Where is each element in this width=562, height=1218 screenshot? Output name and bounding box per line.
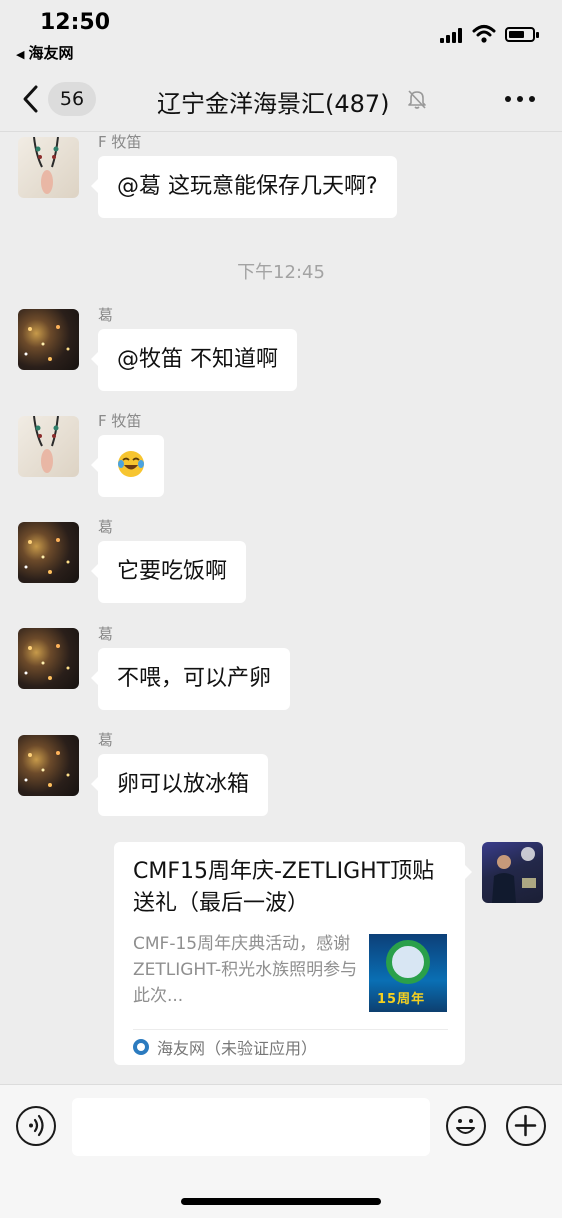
app-source-icon (133, 1039, 149, 1055)
voice-icon (29, 1114, 44, 1137)
emoji-icon (456, 1119, 475, 1134)
back-triangle-icon: ◀ (16, 48, 25, 61)
more-actions-button[interactable] (506, 1106, 546, 1146)
card-source-label: 海友网（未验证应用） (157, 1039, 318, 1058)
city-night-avatar-icon (24, 538, 70, 574)
message-bubble[interactable]: @葛 这玩意能保存几天啊? (91, 156, 397, 218)
more-options-icon[interactable] (505, 96, 535, 104)
person-avatar-icon (492, 847, 536, 903)
status-bar: 12:50 ◀ 海友网 (0, 0, 562, 70)
message-bubble[interactable]: 不喂，可以产卵 (90, 648, 291, 710)
unread-count-badge[interactable]: 56 (48, 82, 96, 116)
voice-button[interactable] (16, 1106, 56, 1146)
card-thumbnail: 15周年 (369, 934, 447, 1012)
flute-avatar-icon (33, 416, 59, 473)
avatar[interactable] (18, 628, 79, 689)
status-time: 12:50 (40, 10, 111, 35)
message-bubble[interactable]: @牧笛 不知道啊 (91, 329, 297, 391)
message-bubble[interactable]: 它要吃饭啊 (90, 541, 247, 603)
avatar[interactable] (18, 137, 79, 198)
avatar[interactable] (18, 522, 79, 583)
city-night-avatar-icon (24, 325, 70, 361)
sender-name: 葛 (98, 625, 114, 643)
message-input[interactable] (72, 1098, 430, 1156)
wifi-icon (472, 25, 496, 43)
sender-name: 葛 (98, 306, 114, 324)
sender-name: 葛 (98, 731, 114, 749)
avatar[interactable] (18, 309, 79, 370)
avatar[interactable] (18, 735, 79, 796)
anniversary-logo-icon (386, 940, 430, 984)
sender-name: F 牧笛 (98, 133, 142, 151)
emoji-button[interactable] (446, 1106, 486, 1146)
link-card-message[interactable]: CMF15周年庆-ZETLIGHT顶贴送礼（最后一波） CMF-15周年庆典活动… (114, 842, 472, 1065)
mute-bell-icon (408, 90, 426, 109)
message-timestamp: 下午12:45 (237, 262, 325, 283)
home-indicator[interactable] (181, 1198, 381, 1205)
back-to-app-link[interactable]: ◀ 海友网 (16, 42, 73, 63)
laughing-crying-emoji-icon (118, 451, 144, 477)
message-list[interactable]: F 牧笛 @葛 这玩意能保存几天啊? 下午12:45 葛 @牧笛 不知道啊 F … (0, 133, 562, 1083)
message-bubble[interactable]: 卵可以放冰箱 (90, 754, 269, 816)
my-avatar[interactable] (482, 842, 543, 903)
card-divider (133, 1029, 448, 1030)
card-description: CMF-15周年庆典活动，感谢 ZETLIGHT-积光水族照明参与此次... (133, 934, 358, 1006)
card-title: CMF15周年庆-ZETLIGHT顶贴送礼（最后一波） (133, 859, 435, 916)
card-thumbnail-text: 15周年 (377, 992, 426, 1007)
back-app-label: 海友网 (28, 44, 74, 62)
battery-icon (505, 27, 539, 42)
sender-name: F 牧笛 (98, 412, 142, 430)
flute-avatar-icon (33, 137, 59, 194)
avatar[interactable] (18, 416, 79, 477)
city-night-avatar-icon (24, 751, 70, 787)
sender-name: 葛 (98, 518, 114, 536)
chat-title[interactable]: 辽宁金洋海景汇(487) (157, 84, 390, 119)
city-night-avatar-icon (24, 644, 70, 680)
message-bubble[interactable] (91, 435, 164, 497)
chat-header: 56 辽宁金洋海景汇(487) (0, 70, 562, 132)
plus-icon (514, 1114, 537, 1137)
back-chevron-icon[interactable] (20, 84, 40, 114)
signal-icon (440, 27, 468, 43)
